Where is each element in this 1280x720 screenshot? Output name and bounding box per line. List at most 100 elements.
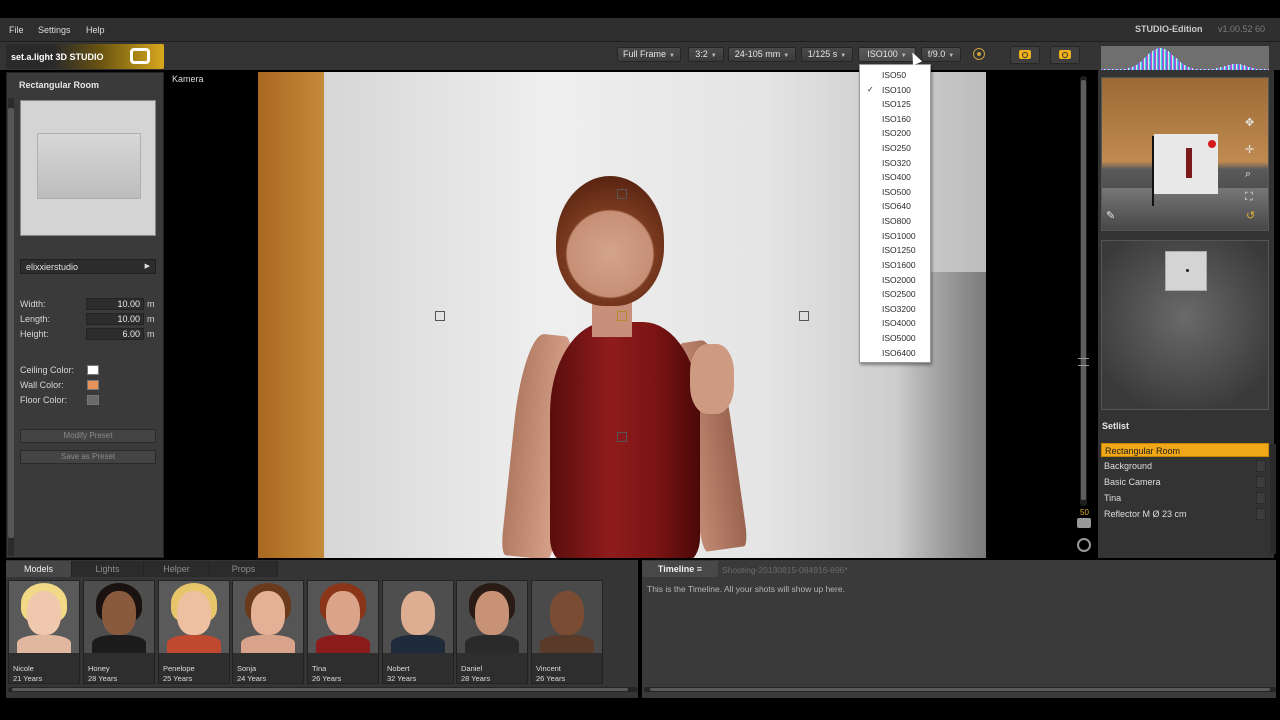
room-preset-select[interactable]: elixxierstudio ▶ [20, 259, 156, 274]
model-card-nicole[interactable]: Nicole 21 Years [8, 580, 80, 684]
iso-option[interactable]: ISO2500 [882, 287, 916, 301]
orbit-icon[interactable]: ✥ [1245, 116, 1254, 129]
menu-file[interactable]: File [9, 25, 24, 35]
shoot-button[interactable] [1010, 46, 1040, 64]
chevron-down-icon: ▼ [710, 53, 717, 59]
visibility-toggle[interactable] [1256, 460, 1266, 472]
model-portrait [532, 581, 602, 653]
setlist-item[interactable]: Background [1101, 459, 1254, 473]
shutter-select[interactable]: 1/125 s ▼ [801, 47, 853, 62]
iso-option[interactable]: ISO100 [882, 83, 911, 97]
fit-view-icon[interactable]: ⛶ [1245, 191, 1253, 204]
viewport-label: Kamera [172, 74, 204, 84]
setlist-scrollbar[interactable] [1270, 444, 1276, 554]
menu-help[interactable]: Help [86, 25, 105, 35]
iso-option[interactable]: ISO1000 [882, 229, 916, 243]
setlist-item[interactable]: Rectangular Room [1101, 443, 1269, 457]
model-portrait [233, 581, 303, 653]
iso-option[interactable]: ISO50 [882, 68, 906, 82]
width-input[interactable]: 10.00 [86, 298, 144, 310]
pan-icon[interactable]: ✛ [1245, 143, 1254, 156]
iso-option[interactable]: ISO1250 [882, 243, 916, 257]
top-down-view[interactable] [1101, 240, 1269, 410]
visibility-toggle[interactable] [1256, 508, 1266, 520]
model-age: 21 Years [13, 674, 43, 683]
setlist-item[interactable]: Tina [1101, 491, 1254, 505]
iso-option[interactable]: ISO400 [882, 170, 911, 184]
iso-option[interactable]: ISO500 [882, 185, 911, 199]
iso-option[interactable]: ISO320 [882, 156, 911, 170]
aspect-ratio-select[interactable]: 3:2 ▼ [688, 47, 724, 62]
visibility-toggle[interactable] [1256, 476, 1266, 488]
lens-select[interactable]: 24-105 mm ▼ [728, 47, 796, 62]
pose-handle-left[interactable] [435, 311, 445, 321]
shoot-series-button[interactable] [1050, 46, 1080, 64]
session-name: Shooting-20130815-084916-896* [722, 565, 848, 575]
model-card-penelope[interactable]: Penelope 25 Years [158, 580, 230, 684]
visibility-toggle[interactable] [1256, 492, 1266, 504]
setlist-item[interactable]: Basic Camera [1101, 475, 1254, 489]
room-preset-label: elixxierstudio [26, 262, 79, 272]
iso-option[interactable]: ISO5000 [882, 331, 916, 345]
model-card-vincent[interactable]: Vincent 26 Years [531, 580, 603, 684]
ceiling-color-swatch[interactable] [87, 365, 99, 375]
iso-option[interactable]: ISO640 [882, 199, 911, 213]
zoom-icon[interactable]: ⌕ [1245, 168, 1251, 181]
camera-viewport[interactable]: Kamera [168, 72, 1076, 558]
model-card-honey[interactable]: Honey 28 Years [83, 580, 155, 684]
tab-helper[interactable]: Helper [144, 561, 210, 577]
tab-models[interactable]: Models [6, 561, 72, 577]
iso-option[interactable]: ISO3200 [882, 302, 916, 316]
pose-handle-right[interactable] [799, 311, 809, 321]
model-age: 26 Years [312, 674, 342, 683]
aperture-select[interactable]: f/9.0 ▼ [921, 47, 961, 62]
navigate-icon[interactable] [1077, 538, 1091, 552]
menu-settings[interactable]: Settings [38, 25, 71, 35]
timeline-scroll-thumb[interactable] [650, 688, 1270, 691]
scroll-grip-icon[interactable] [1078, 358, 1089, 366]
iso-option[interactable]: ISO125 [882, 97, 911, 111]
app-logo: set.a.light 3D STUDIO [6, 44, 164, 69]
iso-option[interactable]: ISO800 [882, 214, 911, 228]
pose-handle-body[interactable] [617, 432, 627, 442]
tool-icon[interactable]: ✎ [1106, 209, 1115, 222]
height-input[interactable]: 6.00 [86, 328, 144, 340]
frame-format-select[interactable]: Full Frame ▼ [617, 47, 681, 62]
model-card-tina[interactable]: Tina 26 Years [307, 580, 379, 684]
model-age: 28 Years [461, 674, 491, 683]
viewport-scroll-thumb[interactable] [1081, 80, 1086, 500]
wall-color-swatch[interactable] [87, 380, 99, 390]
modify-preset-button[interactable]: Modify Preset [20, 429, 156, 443]
zoom-slider-icon[interactable] [1077, 518, 1091, 528]
reset-view-icon[interactable]: ↺ [1246, 209, 1255, 222]
models-scroll-thumb[interactable] [12, 688, 628, 691]
iso-option[interactable]: ISO200 [882, 126, 911, 140]
model-face [326, 591, 360, 635]
iso-option[interactable]: ISO1600 [882, 258, 916, 272]
iso-option[interactable]: ISO2000 [882, 273, 916, 287]
tab-props[interactable]: Props [210, 561, 278, 577]
setlist-item[interactable]: Reflector M Ø 23 cm [1101, 507, 1254, 521]
iso-option[interactable]: ISO4000 [882, 316, 916, 330]
model-torso [17, 635, 71, 653]
model-face [177, 591, 211, 635]
pose-handle-head[interactable] [617, 189, 627, 199]
iso-option[interactable]: ISO250 [882, 141, 911, 155]
focus-target-icon[interactable] [973, 48, 985, 60]
tab-timeline[interactable]: Timeline ≡ [642, 561, 718, 577]
save-preset-button[interactable]: Save as Preset [20, 450, 156, 464]
model-head [556, 176, 664, 306]
model-card-nobert[interactable]: Nobert 32 Years [382, 580, 454, 684]
model-card-sonja[interactable]: Sonja 24 Years [232, 580, 304, 684]
model-card-daniel[interactable]: Daniel 28 Years [456, 580, 528, 684]
iso-option[interactable]: ISO160 [882, 112, 911, 126]
iso-option[interactable]: ISO6400 [882, 346, 916, 360]
studio-3d-view[interactable] [1101, 77, 1269, 231]
pose-handle-center[interactable] [617, 311, 627, 321]
model-age: 26 Years [536, 674, 566, 683]
tab-lights[interactable]: Lights [72, 561, 144, 577]
model-face [102, 591, 136, 635]
left-panel-scroll-thumb[interactable] [8, 108, 14, 538]
floor-color-swatch[interactable] [87, 395, 99, 405]
length-input[interactable]: 10.00 [86, 313, 144, 325]
